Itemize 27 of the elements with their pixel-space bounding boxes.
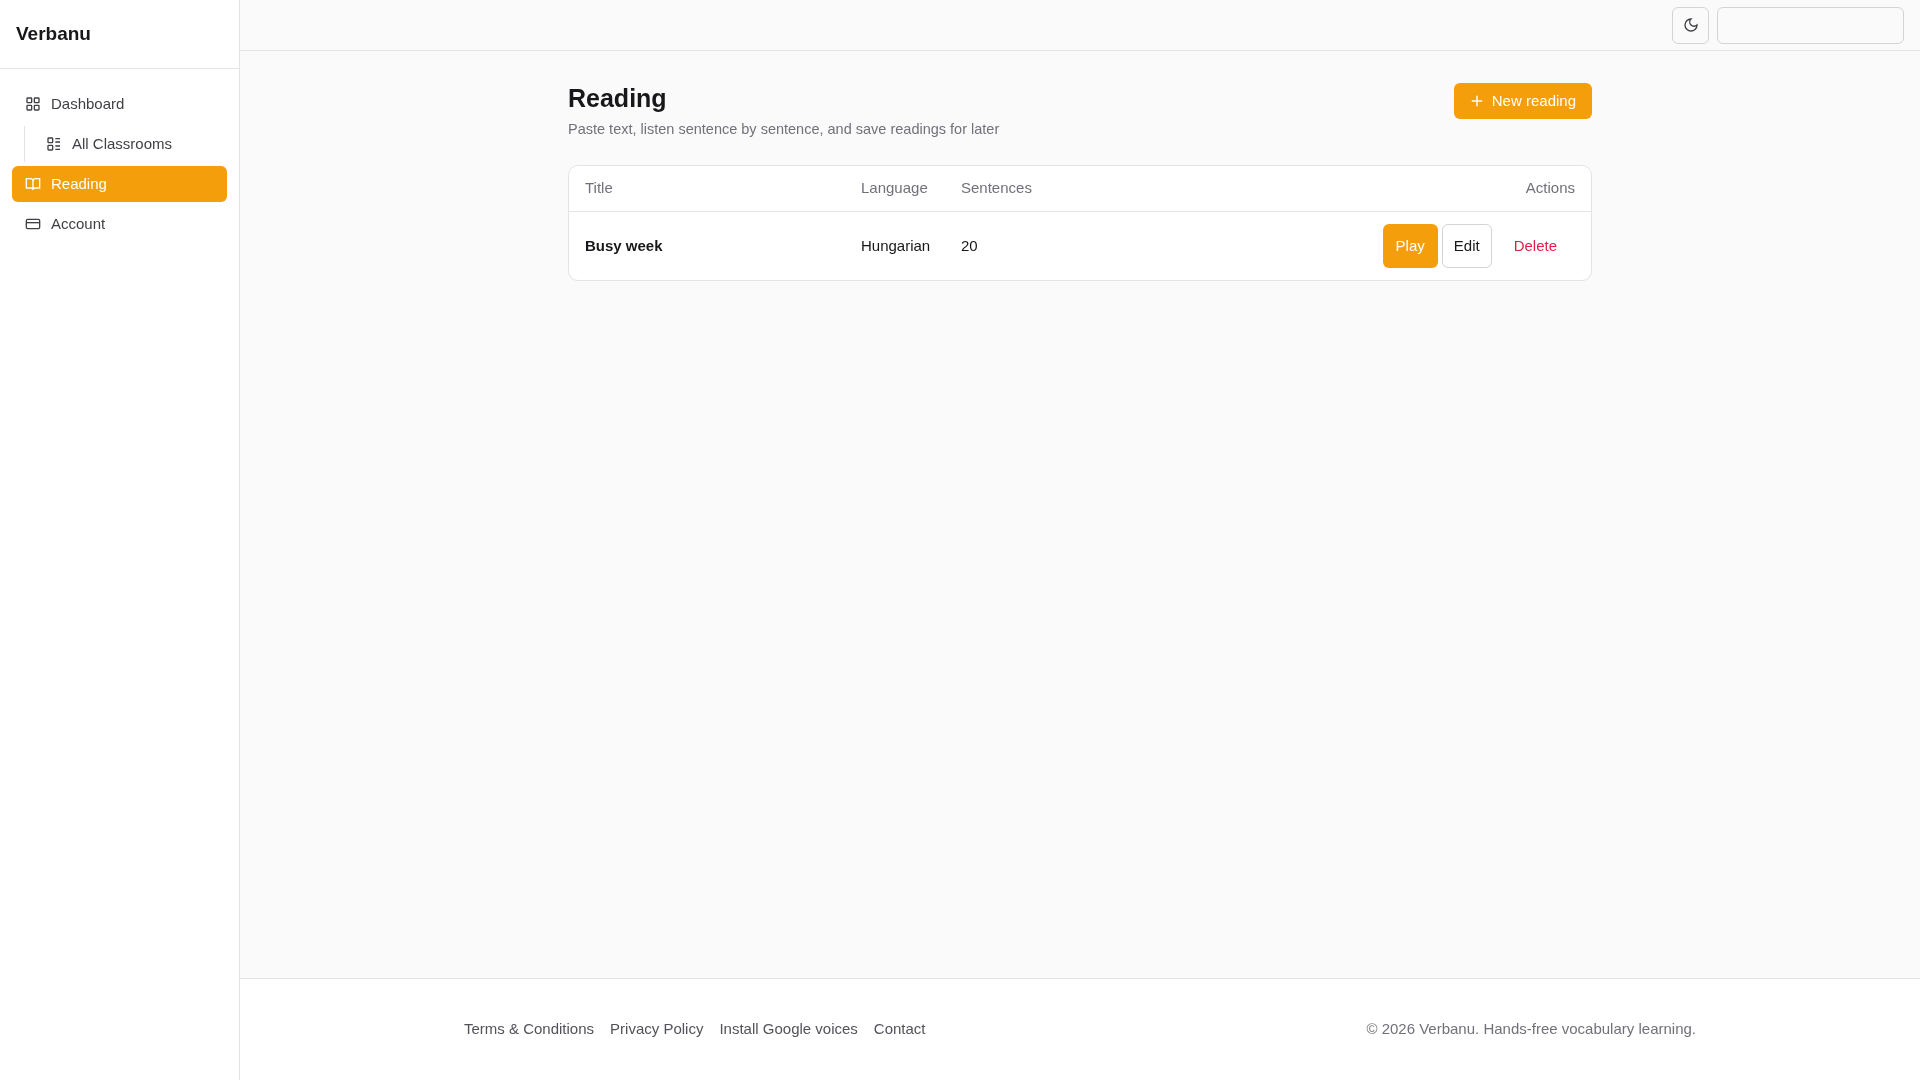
column-header: Title bbox=[585, 178, 614, 198]
card-icon bbox=[25, 216, 41, 232]
column-header: Sentences bbox=[961, 178, 1033, 198]
delete-button[interactable]: Delete bbox=[1495, 223, 1575, 268]
theme-toggle-button[interactable] bbox=[1672, 6, 1709, 44]
grid-icon bbox=[25, 96, 41, 112]
footer-link[interactable]: Terms & Conditions bbox=[464, 1018, 595, 1041]
footer-link[interactable]: Privacy Policy bbox=[610, 1018, 704, 1041]
sidebar-item[interactable]: All Classrooms bbox=[33, 126, 227, 162]
page-subtitle: Paste text, listen sentence by sentence, and save readings for later bbox=[568, 120, 1000, 139]
edit-button[interactable]: Edit bbox=[1441, 223, 1492, 268]
sidebar-item[interactable]: Dashboard bbox=[12, 86, 227, 122]
book-icon bbox=[25, 176, 41, 192]
footer-link[interactable]: Contact bbox=[873, 1018, 926, 1041]
table-cell-text: Hungarian bbox=[861, 235, 932, 256]
table-cell-text: 20 bbox=[961, 235, 979, 256]
page-title: Reading bbox=[568, 83, 668, 113]
column-header: Actions bbox=[1525, 178, 1575, 198]
column-header: Language bbox=[861, 178, 929, 198]
table-cell-text: Busy week bbox=[585, 235, 664, 256]
plus-icon bbox=[1469, 94, 1484, 108]
moon-icon bbox=[1682, 17, 1699, 33]
footer-link[interactable]: Install Google voices bbox=[719, 1018, 858, 1041]
sidebar-item[interactable]: Account bbox=[12, 206, 227, 242]
list-icon bbox=[46, 136, 62, 152]
brand-name: Verbanu bbox=[0, 0, 239, 69]
copyright-text: © 2026 Verbanu. Hands-free vocabulary learning. bbox=[1366, 1019, 1696, 1040]
